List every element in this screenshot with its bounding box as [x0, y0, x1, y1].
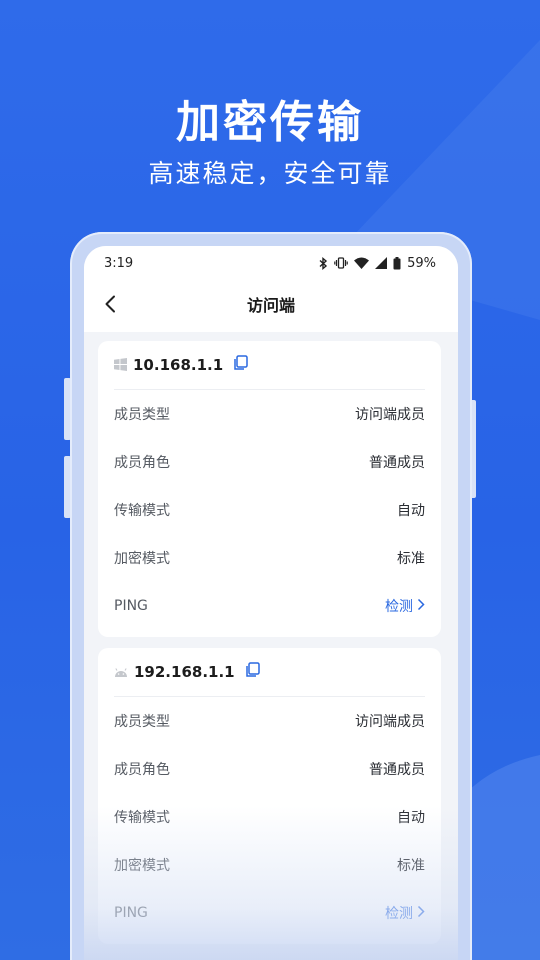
- row-label: 成员角色: [114, 762, 170, 778]
- row-label: 传输模式: [114, 503, 170, 519]
- row-label: PING: [114, 598, 148, 614]
- copy-icon[interactable]: [233, 355, 248, 375]
- hero-subtitle: 高速稳定，安全可靠: [148, 159, 392, 188]
- nav-bar: 访问端: [84, 280, 458, 332]
- member-role-row: 成员角色 普通成员: [114, 438, 425, 486]
- row-value: 访问端成员: [355, 407, 425, 423]
- row-value: 自动: [397, 810, 425, 826]
- ping-detect-link[interactable]: 检测: [385, 596, 425, 616]
- wifi-icon: [354, 257, 370, 269]
- member-type-row: 成员类型 访问端成员: [114, 390, 425, 438]
- row-value: 标准: [397, 858, 425, 874]
- ping-detect-link[interactable]: 检测: [385, 903, 425, 923]
- battery-percent: 59%: [407, 255, 436, 271]
- phone-screen: 3:19 59% 访问端 10.168.1.1 成员类型 访问端成员 成员角色 …: [84, 246, 458, 960]
- card-header: 192.168.1.1: [114, 648, 425, 697]
- member-type-row: 成员类型 访问端成员: [114, 697, 425, 745]
- row-label: 加密模式: [114, 551, 170, 567]
- ping-detect-label: 检测: [385, 906, 413, 922]
- row-value: 普通成员: [369, 455, 425, 471]
- row-label: 加密模式: [114, 858, 170, 874]
- chevron-right-icon: [417, 598, 425, 615]
- ping-row: PING 检测: [114, 889, 425, 937]
- row-value: 自动: [397, 503, 425, 519]
- member-ip: 10.168.1.1: [133, 356, 224, 374]
- member-ip: 192.168.1.1: [134, 663, 235, 681]
- signal-icon: [375, 257, 388, 269]
- card-header: 10.168.1.1: [114, 341, 425, 390]
- member-card: 192.168.1.1 成员类型 访问端成员 成员角色 普通成员 传输模式 自动…: [98, 648, 441, 944]
- row-label: 成员类型: [114, 407, 170, 423]
- page-title: 访问端: [246, 296, 295, 315]
- member-role-row: 成员角色 普通成员: [114, 745, 425, 793]
- status-time: 3:19: [104, 255, 134, 271]
- row-value: 标准: [397, 551, 425, 567]
- battery-icon: [393, 256, 401, 270]
- row-label: 成员类型: [114, 714, 170, 730]
- ping-row: PING 检测: [114, 582, 425, 630]
- hero-title: 加密传输: [176, 97, 364, 148]
- row-value: 访问端成员: [355, 714, 425, 730]
- chevron-right-icon: [417, 905, 425, 922]
- encryption-mode-row: 加密模式 标准: [114, 534, 425, 582]
- bluetooth-icon: [318, 256, 328, 270]
- chevron-left-icon: [104, 295, 116, 317]
- copy-icon[interactable]: [245, 662, 260, 682]
- android-icon: [114, 663, 128, 682]
- transfer-mode-row: 传输模式 自动: [114, 486, 425, 534]
- row-label: 成员角色: [114, 455, 170, 471]
- row-label: 传输模式: [114, 810, 170, 826]
- encryption-mode-row: 加密模式 标准: [114, 841, 425, 889]
- transfer-mode-row: 传输模式 自动: [114, 793, 425, 841]
- ping-detect-label: 检测: [385, 599, 413, 615]
- row-value: 普通成员: [369, 762, 425, 778]
- member-card: 10.168.1.1 成员类型 访问端成员 成员角色 普通成员 传输模式 自动 …: [98, 341, 441, 637]
- vibrate-icon: [334, 257, 348, 269]
- windows-icon: [114, 356, 127, 375]
- row-label: PING: [114, 905, 148, 921]
- back-button[interactable]: [96, 292, 124, 320]
- status-bar: 3:19 59%: [84, 246, 458, 280]
